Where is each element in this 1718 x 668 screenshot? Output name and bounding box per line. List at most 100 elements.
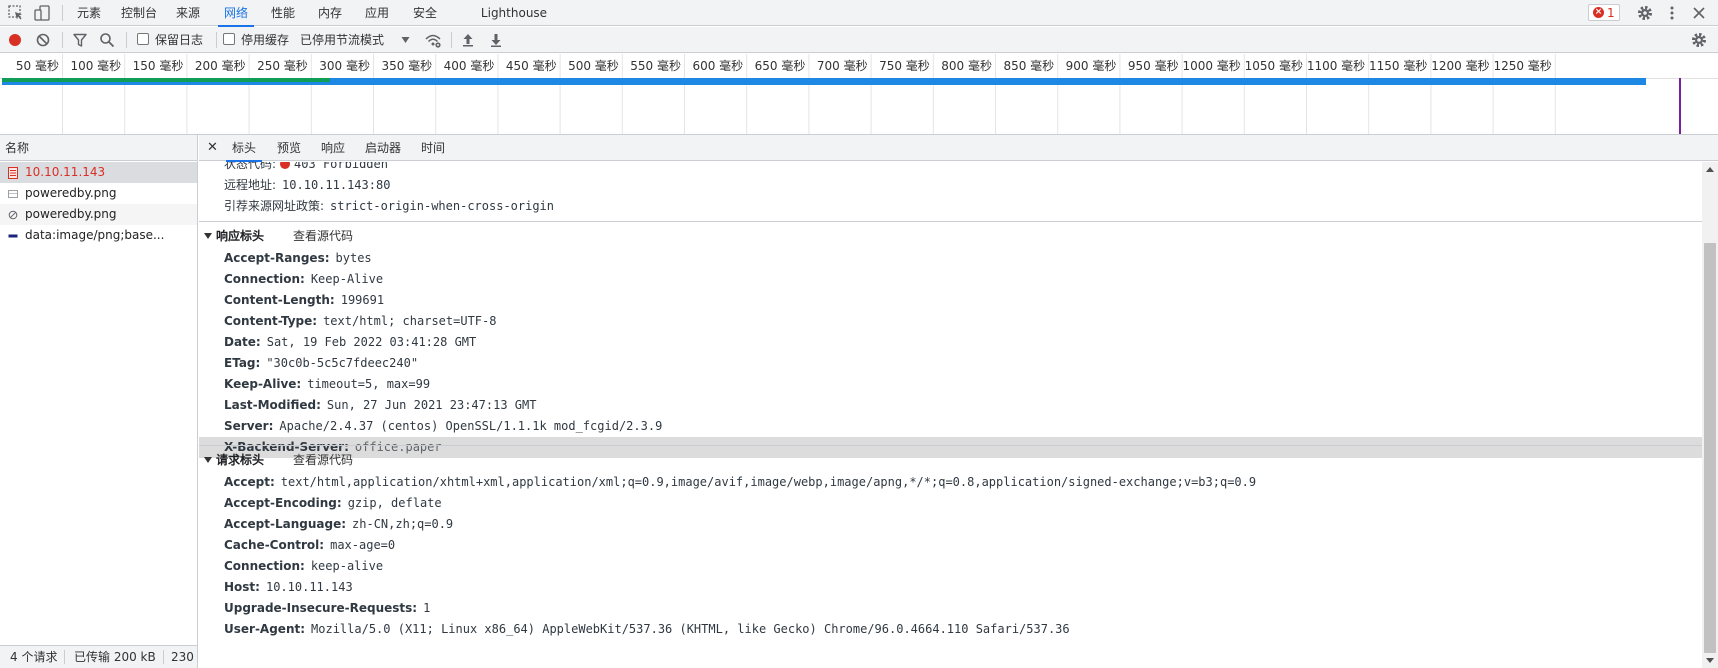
header-row[interactable]: Accept-Encoding: gzip, deflate [199, 493, 1702, 514]
request-row[interactable]: poweredby.png [0, 204, 197, 225]
network-overview-timeline[interactable]: 50 毫秒 100 毫秒 150 毫秒 200 毫秒 250 毫秒 300 毫秒 350 毫… [0, 54, 1718, 135]
header-value: Keep-Alive [310, 272, 384, 286]
timeline-tick-label: 1200 毫秒 [1431, 58, 1489, 73]
header-value: keep-alive [310, 559, 384, 573]
clear-icon[interactable] [34, 31, 52, 49]
header-value: 10.10.11.143 [265, 580, 353, 594]
tab-response[interactable]: 响应 [321, 135, 345, 161]
header-row[interactable]: Content-Type: text/html; charset=UTF-8 [199, 311, 1702, 332]
timeline-tick-label: 100 毫秒 [70, 58, 121, 73]
request-row[interactable]: poweredby.png [0, 183, 197, 204]
tab-initiator[interactable]: 启动器 [365, 135, 401, 161]
close-details-icon[interactable]: ✕ [207, 135, 218, 161]
request-headers-title: 请求标头 [216, 453, 265, 467]
header-row[interactable]: Upgrade-Insecure-Requests: 1 [199, 598, 1702, 619]
preserve-log-checkbox[interactable] [137, 33, 149, 45]
header-value: 199691 [340, 293, 385, 307]
header-row[interactable]: Connection: keep-alive [199, 556, 1702, 577]
scrollbar-thumb[interactable] [1704, 243, 1716, 653]
more-options-icon[interactable] [1663, 4, 1681, 22]
tab-performance[interactable]: 性能 [266, 0, 300, 26]
throttling-select[interactable]: 已停用节流模式 [300, 27, 384, 53]
error-count-badge[interactable]: × 1 [1588, 4, 1620, 21]
request-row[interactable]: data:image/png;base... [0, 225, 197, 246]
request-headers-toggle[interactable]: 请求标头 查看源代码 [199, 448, 1702, 472]
header-name: Content-Type: [224, 314, 318, 328]
timeline-tick-label: 950 毫秒 [1128, 58, 1179, 73]
tab-headers[interactable]: 标头 [225, 135, 263, 162]
document-icon [8, 167, 18, 179]
header-value: 1 [423, 601, 431, 615]
timeline-tick-label: 350 毫秒 [381, 58, 432, 73]
scroll-down-arrow-icon[interactable] [1706, 658, 1714, 663]
request-view-source-link[interactable]: 查看源代码 [293, 448, 353, 472]
header-row[interactable]: Accept-Language: zh-CN,zh;q=0.9 [199, 514, 1702, 535]
header-row[interactable]: Content-Length: 199691 [199, 290, 1702, 311]
tab-lighthouse[interactable]: Lighthouse [478, 0, 550, 26]
timeline-tick-label: 1000 毫秒 [1182, 58, 1240, 73]
timeline-tick-label: 500 毫秒 [568, 58, 619, 73]
header-row[interactable]: Accept-Ranges: bytes [199, 248, 1702, 269]
network-conditions-icon[interactable] [424, 31, 442, 49]
tab-application[interactable]: 应用 [360, 0, 394, 26]
header-name: Date: [224, 335, 261, 349]
scroll-up-arrow-icon[interactable] [1706, 167, 1714, 172]
filter-icon[interactable] [71, 31, 89, 49]
tab-memory[interactable]: 内存 [313, 0, 347, 26]
header-row[interactable]: Server: Apache/2.4.37 (centos) OpenSSL/1.… [199, 416, 1702, 437]
response-headers-toggle[interactable]: 响应标头 查看源代码 [199, 224, 1702, 248]
preserve-log-label: 保留日志 [155, 33, 204, 47]
name-column-header[interactable]: 名称 [0, 135, 197, 161]
section-divider [199, 221, 1702, 222]
header-name: Upgrade-Insecure-Requests: [224, 601, 418, 615]
export-har-icon[interactable] [487, 31, 505, 49]
request-name: poweredby.png [25, 207, 117, 221]
disable-cache-checkbox[interactable] [223, 33, 235, 45]
timeline-tick-label: 1250 毫秒 [1493, 58, 1551, 73]
header-row[interactable]: Last-Modified: Sun, 27 Jun 2021 23:47:13 … [199, 395, 1702, 416]
toolbar-divider [62, 32, 63, 48]
tab-console[interactable]: 控制台 [117, 0, 161, 26]
section-divider [199, 445, 1702, 446]
tab-sources[interactable]: 来源 [171, 0, 205, 26]
close-devtools-icon[interactable] [1690, 4, 1708, 22]
tab-preview[interactable]: 预览 [277, 135, 301, 161]
general-row-remote-address: 远程地址: 10.10.11.143:80 [224, 178, 391, 192]
device-toolbar-icon[interactable] [33, 4, 51, 22]
header-row[interactable]: Keep-Alive: timeout=5, max=99 [199, 374, 1702, 395]
header-row[interactable]: Cache-Control: max-age=0 [199, 535, 1702, 556]
tab-network[interactable]: 网络 [218, 0, 254, 27]
header-row[interactable]: Accept: text/html,application/xhtml+xml,a… [199, 472, 1702, 493]
tab-timing[interactable]: 时间 [421, 135, 445, 161]
search-icon[interactable] [98, 31, 116, 49]
image-file-icon [8, 190, 18, 198]
header-row[interactable]: User-Agent: Mozilla/5.0 (X11; Linux x86_6… [199, 619, 1702, 640]
toolbar-divider [62, 5, 63, 21]
network-settings-gear-icon[interactable] [1690, 31, 1708, 49]
header-row[interactable]: Host: 10.10.11.143 [199, 577, 1702, 598]
import-har-icon[interactable] [459, 31, 477, 49]
toolbar-divider [216, 32, 217, 48]
record-icon[interactable] [6, 31, 24, 49]
request-row[interactable]: 10.10.11.143 [0, 162, 197, 183]
settings-gear-icon[interactable] [1636, 4, 1654, 22]
timeline-tick-label: 150 毫秒 [133, 58, 184, 73]
header-name: Keep-Alive: [224, 377, 302, 391]
response-view-source-link[interactable]: 查看源代码 [293, 224, 353, 248]
inspect-element-icon[interactable] [7, 4, 25, 22]
response-headers-title: 响应标头 [216, 229, 265, 243]
details-scrollbar[interactable] [1702, 162, 1718, 668]
tab-security[interactable]: 安全 [408, 0, 442, 26]
header-name: User-Agent: [224, 622, 306, 636]
error-icon: × [1593, 7, 1604, 18]
header-row[interactable]: ETag: "30c0b-5c5c7fdeec240" [199, 353, 1702, 374]
dropdown-arrow-icon[interactable] [401, 36, 410, 44]
tab-elements[interactable]: 元素 [72, 0, 106, 26]
header-row[interactable]: Date: Sat, 19 Feb 2022 03:41:28 GMT [199, 332, 1702, 353]
timeline-tick-label: 200 毫秒 [195, 58, 246, 73]
header-row[interactable]: Connection: Keep-Alive [199, 269, 1702, 290]
network-status-bar: 4 个请求 已传输 200 kB 230 [0, 645, 197, 668]
timeline-tick-label: 600 毫秒 [692, 58, 743, 73]
general-row-status: 状态代码: 403 Forbidden [199, 162, 1702, 175]
timeline-grid: 50 毫秒 100 毫秒 150 毫秒 200 毫秒 250 毫秒 300 毫秒 350 毫… [0, 54, 1718, 134]
